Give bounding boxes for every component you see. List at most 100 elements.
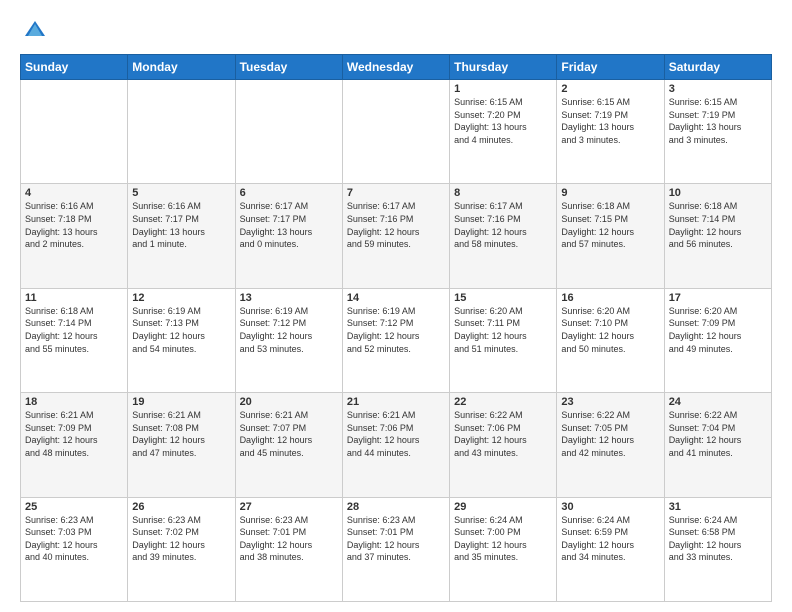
- day-info: Sunrise: 6:23 AM Sunset: 7:01 PM Dayligh…: [347, 514, 445, 564]
- day-number: 28: [347, 501, 445, 513]
- calendar-week-row: 4Sunrise: 6:16 AM Sunset: 7:18 PM Daylig…: [21, 184, 772, 288]
- day-number: 31: [669, 501, 767, 513]
- calendar-cell: 16Sunrise: 6:20 AM Sunset: 7:10 PM Dayli…: [557, 288, 664, 392]
- day-number: 5: [132, 187, 230, 199]
- calendar-week-row: 1Sunrise: 6:15 AM Sunset: 7:20 PM Daylig…: [21, 80, 772, 184]
- day-info: Sunrise: 6:19 AM Sunset: 7:12 PM Dayligh…: [347, 305, 445, 355]
- day-number: 13: [240, 292, 338, 304]
- day-info: Sunrise: 6:24 AM Sunset: 7:00 PM Dayligh…: [454, 514, 552, 564]
- day-number: 3: [669, 83, 767, 95]
- calendar-cell: 24Sunrise: 6:22 AM Sunset: 7:04 PM Dayli…: [664, 393, 771, 497]
- day-number: 17: [669, 292, 767, 304]
- day-info: Sunrise: 6:17 AM Sunset: 7:16 PM Dayligh…: [454, 200, 552, 250]
- day-number: 19: [132, 396, 230, 408]
- calendar-cell: 20Sunrise: 6:21 AM Sunset: 7:07 PM Dayli…: [235, 393, 342, 497]
- day-info: Sunrise: 6:17 AM Sunset: 7:17 PM Dayligh…: [240, 200, 338, 250]
- calendar-cell: 22Sunrise: 6:22 AM Sunset: 7:06 PM Dayli…: [450, 393, 557, 497]
- day-number: 27: [240, 501, 338, 513]
- day-number: 8: [454, 187, 552, 199]
- calendar-cell: 9Sunrise: 6:18 AM Sunset: 7:15 PM Daylig…: [557, 184, 664, 288]
- day-info: Sunrise: 6:20 AM Sunset: 7:11 PM Dayligh…: [454, 305, 552, 355]
- calendar-cell: 2Sunrise: 6:15 AM Sunset: 7:19 PM Daylig…: [557, 80, 664, 184]
- day-number: 10: [669, 187, 767, 199]
- calendar-cell: [21, 80, 128, 184]
- weekday-header: Sunday: [21, 55, 128, 80]
- day-number: 14: [347, 292, 445, 304]
- day-info: Sunrise: 6:20 AM Sunset: 7:10 PM Dayligh…: [561, 305, 659, 355]
- calendar-week-row: 18Sunrise: 6:21 AM Sunset: 7:09 PM Dayli…: [21, 393, 772, 497]
- calendar-cell: 28Sunrise: 6:23 AM Sunset: 7:01 PM Dayli…: [342, 497, 449, 601]
- day-number: 22: [454, 396, 552, 408]
- day-info: Sunrise: 6:17 AM Sunset: 7:16 PM Dayligh…: [347, 200, 445, 250]
- day-info: Sunrise: 6:23 AM Sunset: 7:03 PM Dayligh…: [25, 514, 123, 564]
- day-info: Sunrise: 6:18 AM Sunset: 7:14 PM Dayligh…: [669, 200, 767, 250]
- weekday-header: Tuesday: [235, 55, 342, 80]
- logo: [20, 16, 54, 46]
- calendar-cell: 26Sunrise: 6:23 AM Sunset: 7:02 PM Dayli…: [128, 497, 235, 601]
- day-number: 4: [25, 187, 123, 199]
- calendar-week-row: 11Sunrise: 6:18 AM Sunset: 7:14 PM Dayli…: [21, 288, 772, 392]
- day-number: 30: [561, 501, 659, 513]
- calendar-cell: 14Sunrise: 6:19 AM Sunset: 7:12 PM Dayli…: [342, 288, 449, 392]
- calendar-cell: 4Sunrise: 6:16 AM Sunset: 7:18 PM Daylig…: [21, 184, 128, 288]
- calendar-cell: 27Sunrise: 6:23 AM Sunset: 7:01 PM Dayli…: [235, 497, 342, 601]
- day-info: Sunrise: 6:21 AM Sunset: 7:09 PM Dayligh…: [25, 409, 123, 459]
- day-info: Sunrise: 6:19 AM Sunset: 7:13 PM Dayligh…: [132, 305, 230, 355]
- calendar-cell: 10Sunrise: 6:18 AM Sunset: 7:14 PM Dayli…: [664, 184, 771, 288]
- day-number: 20: [240, 396, 338, 408]
- calendar-cell: 13Sunrise: 6:19 AM Sunset: 7:12 PM Dayli…: [235, 288, 342, 392]
- day-info: Sunrise: 6:19 AM Sunset: 7:12 PM Dayligh…: [240, 305, 338, 355]
- day-info: Sunrise: 6:16 AM Sunset: 7:18 PM Dayligh…: [25, 200, 123, 250]
- calendar-cell: 17Sunrise: 6:20 AM Sunset: 7:09 PM Dayli…: [664, 288, 771, 392]
- day-info: Sunrise: 6:24 AM Sunset: 6:59 PM Dayligh…: [561, 514, 659, 564]
- calendar-cell: [235, 80, 342, 184]
- calendar-cell: 5Sunrise: 6:16 AM Sunset: 7:17 PM Daylig…: [128, 184, 235, 288]
- day-number: 15: [454, 292, 552, 304]
- day-info: Sunrise: 6:16 AM Sunset: 7:17 PM Dayligh…: [132, 200, 230, 250]
- logo-icon: [20, 16, 50, 46]
- weekday-header: Saturday: [664, 55, 771, 80]
- day-info: Sunrise: 6:23 AM Sunset: 7:01 PM Dayligh…: [240, 514, 338, 564]
- calendar-cell: [342, 80, 449, 184]
- weekday-header: Wednesday: [342, 55, 449, 80]
- day-number: 9: [561, 187, 659, 199]
- day-info: Sunrise: 6:15 AM Sunset: 7:20 PM Dayligh…: [454, 96, 552, 146]
- calendar-cell: 31Sunrise: 6:24 AM Sunset: 6:58 PM Dayli…: [664, 497, 771, 601]
- calendar-cell: 1Sunrise: 6:15 AM Sunset: 7:20 PM Daylig…: [450, 80, 557, 184]
- calendar-week-row: 25Sunrise: 6:23 AM Sunset: 7:03 PM Dayli…: [21, 497, 772, 601]
- calendar-cell: 11Sunrise: 6:18 AM Sunset: 7:14 PM Dayli…: [21, 288, 128, 392]
- page: SundayMondayTuesdayWednesdayThursdayFrid…: [0, 0, 792, 612]
- day-number: 1: [454, 83, 552, 95]
- header: [20, 16, 772, 46]
- calendar-table: SundayMondayTuesdayWednesdayThursdayFrid…: [20, 54, 772, 602]
- day-info: Sunrise: 6:18 AM Sunset: 7:14 PM Dayligh…: [25, 305, 123, 355]
- day-info: Sunrise: 6:20 AM Sunset: 7:09 PM Dayligh…: [669, 305, 767, 355]
- day-info: Sunrise: 6:23 AM Sunset: 7:02 PM Dayligh…: [132, 514, 230, 564]
- day-number: 7: [347, 187, 445, 199]
- calendar-cell: 8Sunrise: 6:17 AM Sunset: 7:16 PM Daylig…: [450, 184, 557, 288]
- day-number: 2: [561, 83, 659, 95]
- weekday-header: Friday: [557, 55, 664, 80]
- day-info: Sunrise: 6:18 AM Sunset: 7:15 PM Dayligh…: [561, 200, 659, 250]
- calendar-cell: 18Sunrise: 6:21 AM Sunset: 7:09 PM Dayli…: [21, 393, 128, 497]
- calendar-cell: 6Sunrise: 6:17 AM Sunset: 7:17 PM Daylig…: [235, 184, 342, 288]
- day-number: 18: [25, 396, 123, 408]
- calendar-cell: 29Sunrise: 6:24 AM Sunset: 7:00 PM Dayli…: [450, 497, 557, 601]
- weekday-header: Monday: [128, 55, 235, 80]
- calendar-cell: 7Sunrise: 6:17 AM Sunset: 7:16 PM Daylig…: [342, 184, 449, 288]
- day-number: 29: [454, 501, 552, 513]
- day-info: Sunrise: 6:15 AM Sunset: 7:19 PM Dayligh…: [561, 96, 659, 146]
- day-info: Sunrise: 6:22 AM Sunset: 7:05 PM Dayligh…: [561, 409, 659, 459]
- day-info: Sunrise: 6:21 AM Sunset: 7:08 PM Dayligh…: [132, 409, 230, 459]
- calendar-cell: 25Sunrise: 6:23 AM Sunset: 7:03 PM Dayli…: [21, 497, 128, 601]
- day-number: 24: [669, 396, 767, 408]
- day-number: 11: [25, 292, 123, 304]
- day-info: Sunrise: 6:24 AM Sunset: 6:58 PM Dayligh…: [669, 514, 767, 564]
- day-info: Sunrise: 6:15 AM Sunset: 7:19 PM Dayligh…: [669, 96, 767, 146]
- calendar-header-row: SundayMondayTuesdayWednesdayThursdayFrid…: [21, 55, 772, 80]
- day-number: 23: [561, 396, 659, 408]
- day-number: 26: [132, 501, 230, 513]
- day-info: Sunrise: 6:21 AM Sunset: 7:06 PM Dayligh…: [347, 409, 445, 459]
- day-info: Sunrise: 6:22 AM Sunset: 7:06 PM Dayligh…: [454, 409, 552, 459]
- calendar-cell: 21Sunrise: 6:21 AM Sunset: 7:06 PM Dayli…: [342, 393, 449, 497]
